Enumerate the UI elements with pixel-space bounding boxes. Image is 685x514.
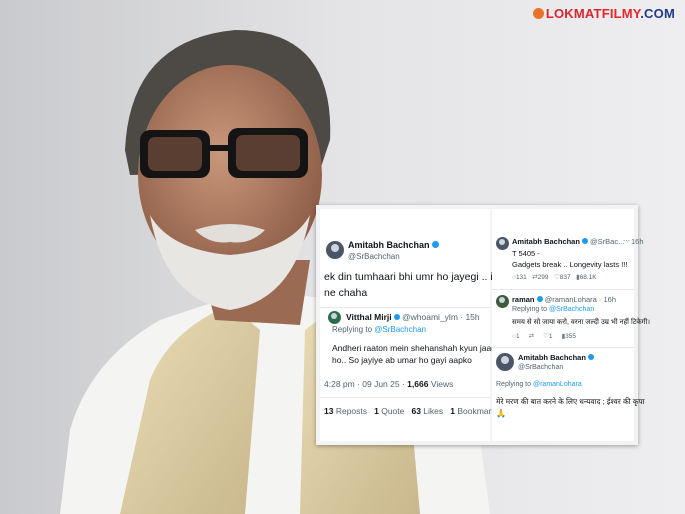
like-action[interactable]: ♡837 (554, 274, 571, 281)
divider (492, 347, 634, 348)
tweet3-text-line2: 🙏 (496, 409, 506, 418)
tweet3-replying-line: Replying to @ramanLohara (496, 381, 582, 388)
replying-to-link[interactable]: @SrBachchan (549, 306, 594, 313)
tweet1-handle: @SrBac... · 16h (590, 237, 644, 246)
verified-icon (536, 296, 543, 302)
like-action[interactable]: ♡1 (543, 333, 552, 340)
quoted-text-line2: ho.. So jayiye ab umar ho gayi aapko (332, 355, 472, 365)
tweet3-handle[interactable]: @SrBachchan (518, 364, 563, 371)
replying-prefix: Replying to (512, 306, 548, 313)
verified-icon (393, 314, 400, 320)
main-tweet-card: Amitabh Bachchan @SrBachchan ek din tumh… (320, 209, 521, 441)
tweet2-actions: ○1 ⇄ ♡1 ▮355 (512, 332, 632, 340)
tweet3-avatar[interactable] (496, 353, 514, 371)
tweet1-actions: ○131 ⇄299 ♡837 ▮68.1K (512, 273, 632, 281)
author-avatar[interactable] (326, 241, 344, 259)
reply-action[interactable]: ○1 (512, 333, 520, 340)
verified-icon (581, 238, 588, 244)
tweet-collage: Amitabh Bachchan @SrBachchan ek din tumh… (316, 205, 650, 445)
divider (320, 397, 490, 398)
repost-action[interactable]: ⇄ (529, 333, 534, 340)
tweet2-name: raman (512, 295, 535, 304)
brand-part3: .COM (640, 6, 675, 21)
views-action[interactable]: ▮68.1K (576, 274, 597, 281)
verified-icon (587, 354, 594, 360)
tweet1-line2: Gadgets break .. Longevity lasts !!! (512, 260, 628, 269)
bookmarks-stat[interactable]: 1 Bookmark (450, 406, 495, 416)
likes-stat[interactable]: 63 Likes (411, 406, 443, 416)
quoted-name: Vitthal Mirji (346, 312, 392, 322)
tweet-text-line2: ne chaha (324, 287, 368, 299)
author-name[interactable]: Amitabh Bachchan (348, 240, 439, 250)
tweet2-header[interactable]: raman @ramanLohara · 16h (512, 295, 616, 304)
divider (492, 289, 634, 290)
tweet1-name: Amitabh Bachchan (512, 237, 580, 246)
tweet2-text: समय से सो जाया करो, वरना जल्दी उम्र भी न… (512, 319, 651, 326)
quotes-stat[interactable]: 1 Quote (374, 406, 404, 416)
quoted-text-line1: Andheri raaton mein shehanshah kyun jaag… (332, 343, 516, 353)
reposts-stat[interactable]: 13 Reposts (324, 406, 367, 416)
reply-action[interactable]: ○131 (512, 274, 527, 281)
brand-part1: LOKMAT (545, 6, 602, 21)
quoted-header[interactable]: Vitthal Mirji @whoami_ylm · 15h (346, 312, 480, 322)
divider (320, 307, 490, 308)
verified-icon (431, 241, 439, 248)
brand-part2: FILMY (601, 6, 641, 21)
views-count: 1,666 (407, 379, 429, 389)
timestamp[interactable]: 4:28 pm · 09 Jun 25 · (324, 379, 407, 389)
replying-to-link[interactable]: @ramanLohara (533, 381, 582, 388)
replying-prefix: Replying to (332, 325, 373, 334)
tweet1-avatar[interactable] (496, 237, 509, 250)
views-label: Views (428, 379, 454, 389)
replying-to-link[interactable]: @SrBachchan (374, 325, 426, 334)
tweet2-avatar[interactable] (496, 295, 509, 308)
tweet3-text-line1: मेरे मरण की बात करने के लिए धन्यवाद ; ईश… (496, 397, 645, 406)
more-icon[interactable]: ⋯ (623, 237, 630, 245)
quoted-handle: @whoami_ylm · 15h (402, 312, 480, 322)
quoted-replying-line: Replying to @SrBachchan (332, 325, 426, 334)
reply-thread-card: Amitabh Bachchan @SrBac... · 16h ⋯ T 540… (492, 209, 650, 441)
tweet-meta: 4:28 pm · 09 Jun 25 · 1,666 Views (324, 379, 453, 389)
tweet2-replying-line: Replying to @SrBachchan (512, 306, 594, 313)
views-action[interactable]: ▮355 (562, 333, 576, 340)
tweet2-handle: @ramanLohara · 16h (544, 295, 617, 304)
author-handle[interactable]: @SrBachchan (348, 252, 400, 261)
tweet3-name[interactable]: Amitabh Bachchan (518, 353, 594, 362)
brand-logo-icon (532, 8, 544, 19)
repost-icon: ⇄ (528, 333, 535, 340)
repost-action[interactable]: ⇄299 (532, 274, 548, 281)
quoted-avatar[interactable] (328, 311, 341, 324)
tweet-stats: 13 Reposts 1 Quote 63 Likes 1 Bookmark (324, 406, 496, 416)
replying-prefix: Replying to (496, 381, 532, 388)
brand-logo[interactable]: LOKMATFILMY.COM (532, 6, 675, 21)
tweet1-line1: T 5405 - (512, 249, 540, 258)
